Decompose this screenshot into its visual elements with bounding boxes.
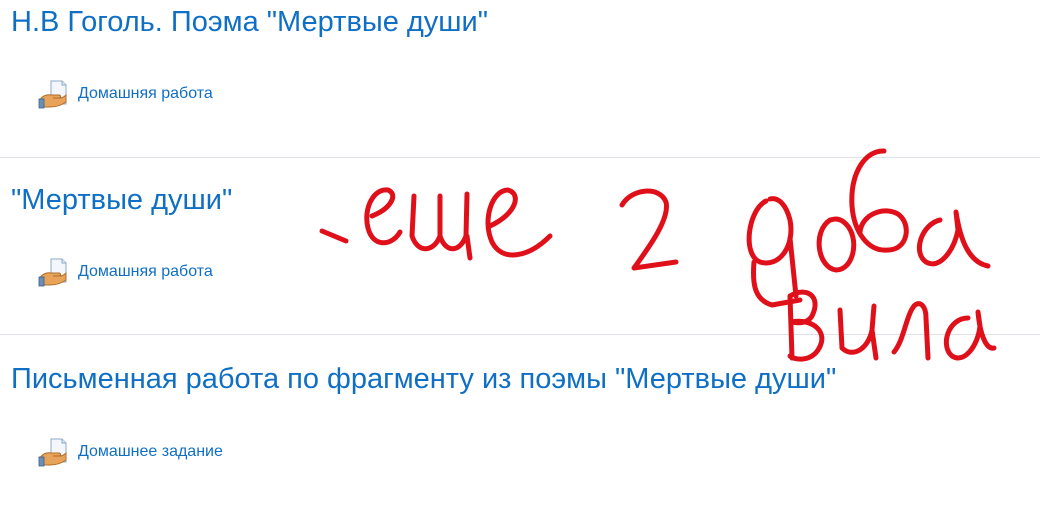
section-divider <box>0 157 1040 158</box>
activity-label[interactable]: Домашнее задание <box>78 443 223 461</box>
activity-label[interactable]: Домашняя работа <box>78 85 213 103</box>
assignment-icon <box>38 258 67 287</box>
section-title[interactable]: Письменная работа по фрагменту из поэмы … <box>11 361 836 397</box>
activity-link[interactable]: Домашнее задание <box>38 436 223 468</box>
section-divider <box>0 334 1040 335</box>
activity-link[interactable]: Домашняя работа <box>38 256 213 288</box>
assignment-icon <box>38 438 67 467</box>
activity-link[interactable]: Домашняя работа <box>38 78 213 110</box>
assignment-icon <box>38 80 67 109</box>
section-title[interactable]: Н.В Гоголь. Поэма "Мертвые души" <box>11 4 488 40</box>
section-title[interactable]: "Мертвые души" <box>11 182 232 218</box>
activity-label[interactable]: Домашняя работа <box>78 263 213 281</box>
